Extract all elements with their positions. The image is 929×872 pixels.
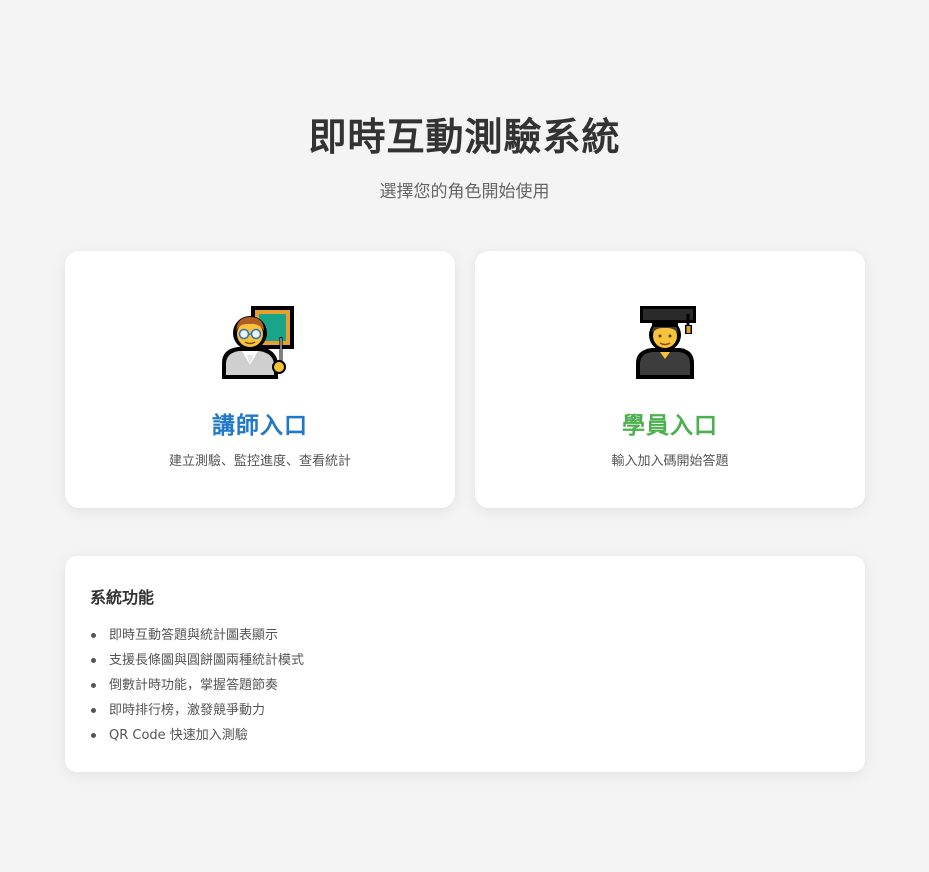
feature-item: QR Code 快速加入測驗 <box>89 726 304 751</box>
feature-item: 倒數計時功能，掌握答題節奏 <box>89 676 304 701</box>
student-entry-card[interactable]: 學員入口 輸入加入碼開始答題 <box>475 251 865 508</box>
feature-item: 支援長條圖與圓餅圖兩種統計模式 <box>89 651 304 676</box>
page-subtitle: 選擇您的角色開始使用 <box>379 182 550 202</box>
page-title: 即時互動測驗系統 <box>308 115 621 159</box>
features-panel: 系統功能 即時互動答題與統計圖表顯示 支援長條圖與圓餅圖兩種統計模式 倒數計時功… <box>65 556 865 772</box>
feature-item: 即時互動答題與統計圖表顯示 <box>89 626 304 651</box>
features-list: 即時互動答題與統計圖表顯示 支援長條圖與圓餅圖兩種統計模式 倒數計時功能，掌握答… <box>89 626 304 751</box>
landing-page: 即時互動測驗系統 選擇您的角色開始使用 講師入口 建立測驗、監控進度、查看統計 … <box>0 0 929 872</box>
teacher-icon <box>222 306 294 379</box>
features-title: 系統功能 <box>90 588 155 607</box>
student-entry-title: 學員入口 <box>622 413 718 439</box>
teacher-entry-description: 建立測驗、監控進度、查看統計 <box>168 454 351 469</box>
student-icon <box>636 306 696 379</box>
feature-item: 即時排行榜，激發競爭動力 <box>89 701 304 726</box>
teacher-entry-title: 講師入口 <box>212 413 308 439</box>
teacher-entry-card[interactable]: 講師入口 建立測驗、監控進度、查看統計 <box>65 251 455 508</box>
student-entry-description: 輸入加入碼開始答題 <box>611 454 729 469</box>
